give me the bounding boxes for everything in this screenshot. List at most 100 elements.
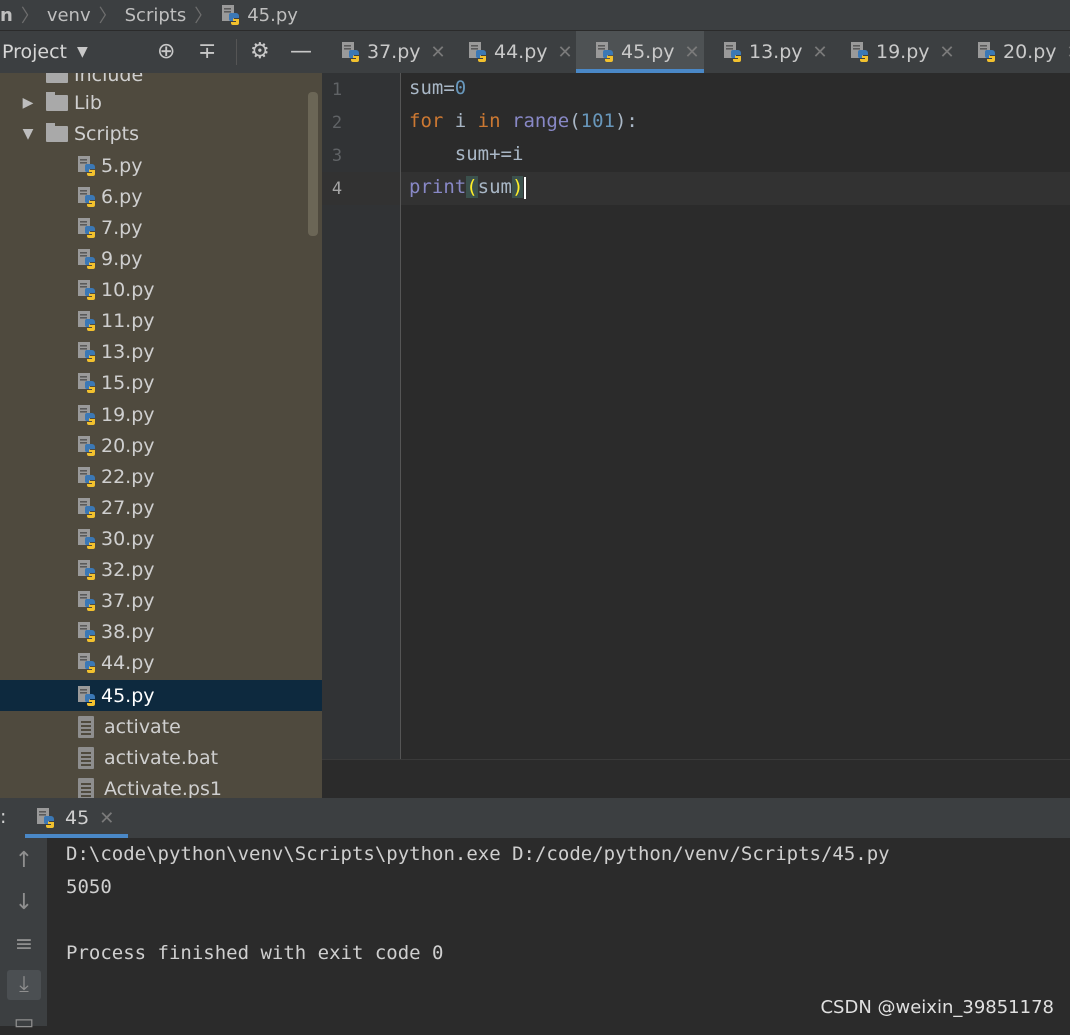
tree-item-label: 10.py: [101, 278, 155, 301]
folder-icon: [46, 122, 68, 142]
code-token: sum+=i: [409, 143, 524, 165]
close-icon[interactable]: ✕: [813, 42, 828, 63]
tree-item[interactable]: 15.py: [0, 367, 322, 398]
tree-item[interactable]: 10.py: [0, 274, 322, 305]
tree-item-label: 38.py: [101, 620, 155, 643]
tree-item[interactable]: 45.py: [0, 680, 322, 711]
tree-item-label: activate: [104, 715, 181, 738]
tree-item[interactable]: 27.py: [0, 492, 322, 523]
python-file-icon: [722, 41, 744, 63]
tab-37-py[interactable]: 37.py ✕: [322, 31, 449, 73]
python-file-icon: [76, 466, 98, 488]
tree-item[interactable]: 30.py: [0, 523, 322, 554]
code-token: ): [511, 176, 524, 198]
breadcrumb-separator-icon: 〉: [98, 6, 117, 27]
breadcrumb-item-project[interactable]: n: [0, 5, 13, 26]
breadcrumb: n 〉 venv 〉 Scripts 〉 45.py: [0, 0, 1070, 30]
tree-item-label: 5.py: [101, 154, 143, 177]
code-line[interactable]: sum=0: [409, 77, 466, 99]
tree-item[interactable]: 32.py: [0, 554, 322, 585]
python-file-icon: [849, 41, 871, 63]
tab-13-py[interactable]: 13.py ✕: [704, 31, 831, 73]
gutter-divider: [400, 73, 401, 759]
project-panel-title[interactable]: Project: [2, 41, 67, 63]
scroll-to-end-icon[interactable]: ⤓: [7, 970, 41, 1000]
tree-item-label: Lib: [74, 91, 102, 114]
tree-item-label: 20.py: [101, 434, 155, 457]
close-icon[interactable]: ✕: [940, 42, 955, 63]
chevron-down-icon[interactable]: ▼: [18, 126, 38, 142]
close-icon[interactable]: ✕: [685, 42, 700, 63]
collapse-all-icon[interactable]: ∓: [198, 39, 216, 64]
code-line[interactable]: for i in range(101):: [409, 110, 638, 132]
tab-45-py[interactable]: 45.py ✕: [576, 31, 704, 73]
breadcrumb-item-venv[interactable]: venv: [47, 5, 91, 26]
close-icon[interactable]: ✕: [558, 42, 573, 63]
locate-icon[interactable]: ⊕: [157, 39, 175, 64]
code-line[interactable]: sum+=i: [409, 143, 524, 165]
tree-item-label: 45.py: [101, 684, 155, 707]
tree-item[interactable]: 11.py: [0, 305, 322, 336]
breadcrumb-item-file[interactable]: 45.py: [220, 4, 298, 26]
tree-item[interactable]: 9.py: [0, 243, 322, 274]
folder-icon: [46, 73, 68, 83]
tree-item-label: 15.py: [101, 371, 155, 394]
tab-44-py[interactable]: 44.py ✕: [449, 31, 576, 73]
tree-item-label: activate.bat: [104, 746, 219, 769]
code-token: (: [466, 176, 478, 198]
line-number: 1: [331, 80, 343, 100]
code-token: for: [409, 110, 444, 132]
tree-item[interactable]: 20.py: [0, 430, 322, 461]
tab-label: 20.py: [1003, 41, 1057, 63]
tree-item[interactable]: 38.py: [0, 616, 322, 647]
chevron-down-icon[interactable]: ▼: [77, 44, 88, 60]
tree-item[interactable]: activate: [0, 711, 322, 742]
tree-item[interactable]: 37.py: [0, 585, 322, 616]
close-icon[interactable]: ✕: [1067, 42, 1070, 63]
tree-item-label: 19.py: [101, 403, 155, 426]
chevron-right-icon[interactable]: ▶: [18, 95, 38, 111]
close-icon[interactable]: ✕: [431, 42, 446, 63]
tree-item[interactable]: ▼ Scripts: [0, 118, 322, 149]
breadcrumb-label: n: [0, 4, 13, 26]
code-token: (: [569, 110, 581, 132]
tree-item[interactable]: 13.py: [0, 336, 322, 367]
tab-19-py[interactable]: 19.py ✕: [831, 31, 958, 73]
tree-item-label: 9.py: [101, 247, 143, 270]
tree-item[interactable]: 22.py: [0, 461, 322, 492]
code-token: range: [512, 110, 570, 132]
code-line[interactable]: print(sum): [409, 176, 527, 199]
tree-item[interactable]: 19.py: [0, 399, 322, 430]
tree-item-label: Activate.ps1: [104, 777, 222, 799]
arrow-up-icon[interactable]: ↑: [12, 848, 36, 873]
tree-item-label: 27.py: [101, 496, 155, 519]
arrow-down-icon[interactable]: ↓: [12, 890, 36, 915]
tree-item[interactable]: ▶ Lib: [0, 87, 322, 118]
code-token: sum: [477, 176, 512, 198]
run-panel-label: :: [0, 806, 7, 828]
tab-label: 13.py: [749, 41, 803, 63]
tree-item[interactable]: 5.py: [0, 150, 322, 181]
soft-wrap-icon[interactable]: ≡: [12, 932, 36, 957]
gear-icon[interactable]: ⚙: [250, 39, 270, 64]
python-file-icon: [76, 341, 98, 363]
tree-item[interactable]: 44.py: [0, 647, 322, 678]
tree-item[interactable]: 6.py: [0, 181, 322, 212]
python-file-icon: [76, 497, 98, 519]
breadcrumb-item-scripts[interactable]: Scripts: [125, 5, 187, 26]
run-tab[interactable]: 45 ✕: [25, 798, 128, 838]
tree-item[interactable]: 7.py: [0, 212, 322, 243]
minimize-icon[interactable]: —: [290, 39, 312, 64]
python-file-icon: [76, 435, 98, 457]
tab-20-py[interactable]: 20.py ✕: [958, 31, 1070, 73]
tab-label: 37.py: [367, 41, 421, 63]
print-icon[interactable]: ▭: [12, 1010, 36, 1035]
file-icon: [78, 777, 94, 798]
close-icon[interactable]: ✕: [99, 808, 114, 829]
tree-item[interactable]: Activate.ps1: [0, 773, 322, 798]
tree-item-label: 7.py: [101, 216, 143, 239]
project-tree-scrollbar[interactable]: [308, 92, 318, 236]
tree-item-label: 11.py: [101, 309, 155, 332]
tree-item[interactable]: activate.bat: [0, 742, 322, 773]
python-file-icon: [76, 404, 98, 426]
